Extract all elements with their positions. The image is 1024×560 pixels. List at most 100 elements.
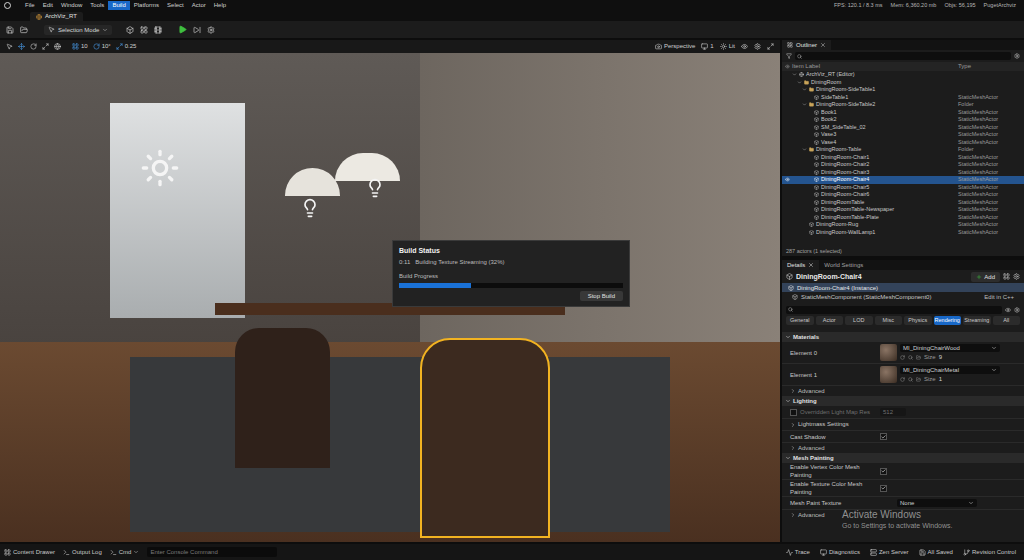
- browse-icon[interactable]: [908, 355, 913, 360]
- move-tool-icon[interactable]: [18, 43, 25, 50]
- visibility-icon[interactable]: [785, 177, 790, 182]
- outliner-row[interactable]: DiningRoom-SideTable2Folder: [782, 101, 1024, 109]
- filter-icon[interactable]: [786, 53, 792, 59]
- grid-snap[interactable]: 10: [72, 42, 88, 51]
- status-button[interactable]: Output Log: [63, 548, 102, 557]
- cinematics-icon[interactable]: [154, 26, 162, 34]
- settings-icon[interactable]: [1014, 53, 1020, 59]
- outliner-row[interactable]: DiningRoom-Chair4StaticMeshActor: [782, 176, 1024, 184]
- menu-item[interactable]: Help: [210, 1, 230, 10]
- category-tab[interactable]: Misc: [875, 316, 903, 325]
- cmd-dropdown[interactable]: Cmd: [110, 548, 140, 557]
- outliner-row[interactable]: DiningRoom-Chair6StaticMeshActor: [782, 191, 1024, 199]
- category-tab[interactable]: General: [786, 316, 814, 325]
- outliner-tab[interactable]: Outliner: [782, 40, 831, 50]
- component-row[interactable]: StaticMeshComponent (StaticMeshComponent…: [782, 292, 1024, 301]
- create-icon[interactable]: [126, 26, 134, 34]
- status-item[interactable]: Revision Control: [963, 548, 1016, 557]
- stop-build-button[interactable]: Stop Build: [580, 291, 623, 301]
- close-icon[interactable]: [808, 262, 814, 268]
- browse-icon[interactable]: [908, 377, 913, 382]
- menu-item[interactable]: Build: [108, 1, 129, 10]
- property-checkbox[interactable]: [880, 485, 887, 492]
- details-search[interactable]: [786, 306, 1002, 314]
- outliner-row[interactable]: DiningRoomTable-PlateStaticMeshActor: [782, 214, 1024, 222]
- folder-icon[interactable]: [916, 377, 921, 382]
- menu-item[interactable]: Actor: [188, 1, 210, 10]
- material-dropdown[interactable]: MI_DiningChairWood: [900, 344, 1000, 352]
- status-button[interactable]: Content Drawer: [4, 548, 55, 557]
- content-icon[interactable]: [20, 26, 28, 34]
- property-checkbox[interactable]: [880, 468, 887, 475]
- status-item[interactable]: All Saved: [919, 548, 953, 557]
- expand-icon[interactable]: [802, 87, 807, 92]
- section-header[interactable]: Mesh Painting: [782, 453, 1024, 463]
- outliner-row[interactable]: DiningRoom-Chair1StaticMeshActor: [782, 154, 1024, 162]
- edit-in-cpp-link[interactable]: Edit in C++: [984, 293, 1014, 301]
- step-icon[interactable]: [193, 26, 201, 34]
- menu-item[interactable]: Select: [163, 1, 188, 10]
- menu-item[interactable]: Tools: [86, 1, 108, 10]
- settings-icon[interactable]: [1014, 307, 1020, 313]
- component-row[interactable]: DiningRoom-Chair4 (Instance): [782, 283, 1024, 292]
- scale-snap[interactable]: 0.25: [116, 42, 137, 51]
- outliner-row[interactable]: ArchViz_RT (Editor): [782, 71, 1024, 79]
- outliner-row[interactable]: SM_SideTable_02StaticMeshActor: [782, 124, 1024, 132]
- outliner-row[interactable]: Book2StaticMeshActor: [782, 116, 1024, 124]
- outliner-row[interactable]: DiningRoom-RugStaticMeshActor: [782, 221, 1024, 229]
- details-settings-icon[interactable]: [1013, 273, 1020, 280]
- outliner-row[interactable]: SideTable1StaticMeshActor: [782, 94, 1024, 102]
- expand-icon[interactable]: [802, 102, 807, 107]
- outliner-row[interactable]: Vase4StaticMeshActor: [782, 139, 1024, 147]
- outliner-row[interactable]: DiningRoom-SideTable1: [782, 86, 1024, 94]
- play-options-icon[interactable]: [207, 26, 215, 34]
- folder-icon[interactable]: [916, 355, 921, 360]
- level-tab[interactable]: ArchViz_RT: [30, 12, 83, 21]
- menu-item[interactable]: Platforms: [130, 1, 163, 10]
- select-tool-icon[interactable]: [6, 43, 13, 50]
- reset-icon[interactable]: [900, 355, 905, 360]
- maximize-icon[interactable]: [767, 43, 774, 50]
- layout-dropdown[interactable]: 1: [701, 42, 713, 51]
- reset-icon[interactable]: [900, 377, 905, 382]
- details-tab[interactable]: World Settings: [819, 260, 868, 270]
- material-dropdown[interactable]: MI_DiningChairMetal: [900, 366, 1000, 374]
- rotation-snap[interactable]: 10°: [93, 42, 111, 51]
- status-item[interactable]: Zen Server: [870, 548, 909, 557]
- outliner-row[interactable]: DiningRoom-Chair2StaticMeshActor: [782, 161, 1024, 169]
- outliner-row[interactable]: DiningRoomTable-NewspaperStaticMeshActor: [782, 206, 1024, 214]
- viewport-settings-icon[interactable]: [754, 43, 761, 50]
- menu-item[interactable]: Window: [57, 1, 86, 10]
- expand-icon[interactable]: [802, 147, 807, 152]
- lit-dropdown[interactable]: Lit: [720, 42, 735, 51]
- section-header[interactable]: Materials: [782, 332, 1024, 342]
- expand-icon[interactable]: [797, 80, 802, 85]
- outliner-row[interactable]: DiningRoom-WallLamp1StaticMeshActor: [782, 229, 1024, 237]
- show-icon[interactable]: [741, 43, 748, 50]
- category-tab[interactable]: All: [993, 316, 1021, 325]
- blueprint-icon[interactable]: [140, 26, 148, 34]
- details-tab[interactable]: Details: [782, 260, 819, 270]
- texture-dropdown[interactable]: None: [897, 499, 977, 507]
- close-icon[interactable]: [820, 42, 826, 48]
- world-space-icon[interactable]: [54, 43, 61, 50]
- advanced-toggle[interactable]: Advanced: [782, 386, 1024, 396]
- outliner-row[interactable]: DiningRoom: [782, 79, 1024, 87]
- outliner-row[interactable]: Vase3StaticMeshActor: [782, 131, 1024, 139]
- viewport[interactable]: Build Status0:11Building Texture Streami…: [0, 53, 780, 542]
- property-checkbox[interactable]: [880, 433, 887, 440]
- advanced-toggle[interactable]: Advanced: [782, 443, 1024, 453]
- outliner-search[interactable]: [795, 52, 1011, 60]
- add-component-button[interactable]: Add: [971, 272, 1000, 282]
- play-icon[interactable]: [178, 25, 187, 34]
- advanced-toggle[interactable]: Advanced: [782, 510, 1024, 520]
- status-item[interactable]: Diagnostics: [820, 548, 860, 557]
- eye-icon[interactable]: [1005, 307, 1011, 313]
- override-checkbox[interactable]: [790, 409, 797, 416]
- outliner-row[interactable]: DiningRoomTableStaticMeshActor: [782, 199, 1024, 207]
- outliner-row[interactable]: DiningRoom-TableFolder: [782, 146, 1024, 154]
- blueprint-icon[interactable]: [1003, 273, 1010, 280]
- outliner-row[interactable]: Book1StaticMeshActor: [782, 109, 1024, 117]
- category-tab[interactable]: Actor: [816, 316, 844, 325]
- rotate-tool-icon[interactable]: [30, 43, 37, 50]
